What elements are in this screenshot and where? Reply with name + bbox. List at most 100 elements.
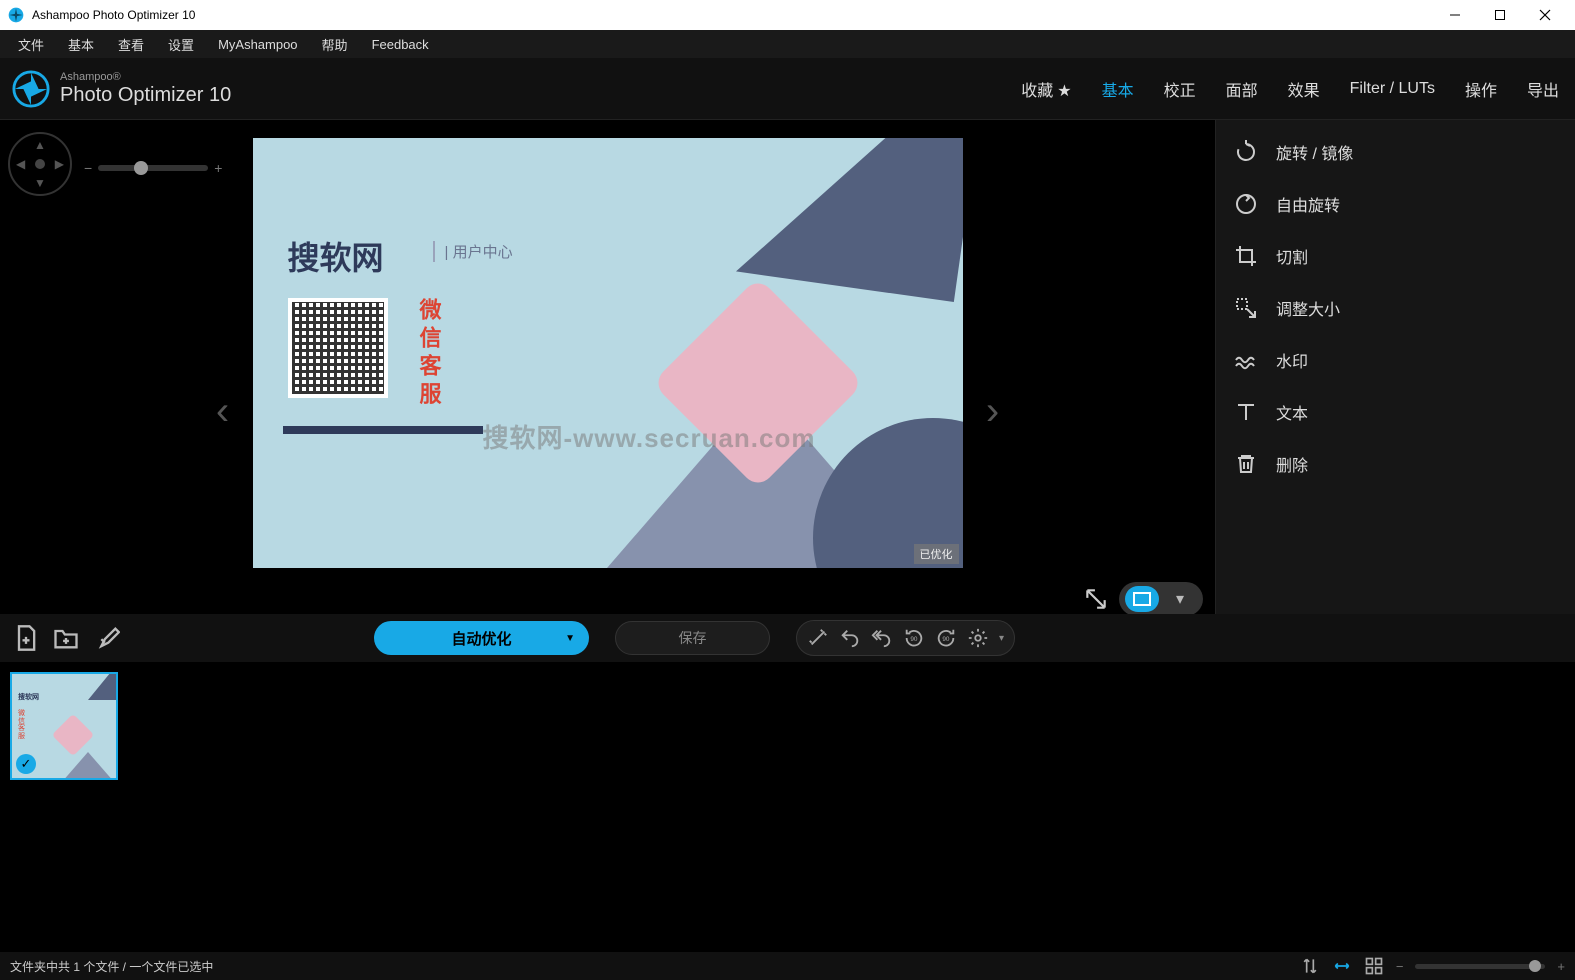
free-rotate-icon	[1234, 192, 1258, 216]
save-button[interactable]: 保存	[615, 621, 770, 655]
window-title: Ashampoo Photo Optimizer 10	[32, 8, 1432, 22]
tab-filter[interactable]: Filter / LUTs	[1346, 74, 1439, 104]
menu-feedback[interactable]: Feedback	[362, 33, 439, 56]
menu-file[interactable]: 文件	[8, 31, 54, 58]
tool-delete-label: 删除	[1276, 452, 1308, 476]
canvas-area: ▲ ▼ ◀ ▶ − + ‹ 搜软网 | 用户中心	[0, 120, 1215, 614]
tab-actions[interactable]: 操作	[1461, 71, 1501, 107]
tab-favorites[interactable]: 收藏★	[1017, 71, 1075, 107]
optimized-badge: 已优化	[914, 544, 959, 564]
tool-crop[interactable]: 切割	[1216, 230, 1575, 282]
logo-product: Photo Optimizer 10	[60, 84, 231, 106]
status-text: 文件夹中共 1 个文件 / 一个文件已选中	[10, 958, 213, 975]
workspace: ▲ ▼ ◀ ▶ − + ‹ 搜软网 | 用户中心	[0, 120, 1575, 614]
prev-image-button[interactable]: ‹	[193, 196, 253, 626]
image-canvas[interactable]: 搜软网 | 用户中心 微信客服 搜软网-www.secruan.com 已优化	[253, 138, 963, 568]
gear-icon[interactable]	[967, 627, 989, 649]
pan-down-icon: ▼	[34, 176, 46, 190]
tool-text-label: 文本	[1276, 400, 1308, 424]
tool-rotate-label: 旋转 / 镜像	[1276, 140, 1353, 164]
menu-settings[interactable]: 设置	[158, 31, 204, 58]
menubar: 文件 基本 查看 设置 MyAshampoo 帮助 Feedback	[0, 30, 1575, 58]
star-icon: ★	[1057, 83, 1071, 100]
resize-icon	[1234, 296, 1258, 320]
watermark-icon	[1234, 348, 1258, 372]
decor	[88, 672, 118, 700]
tool-free-rotate-label: 自由旋转	[1276, 192, 1340, 216]
tab-face[interactable]: 面部	[1222, 71, 1262, 107]
titlebar: Ashampoo Photo Optimizer 10	[0, 0, 1575, 30]
app-header: Ashampoo® Photo Optimizer 10 收藏★ 基本 校正 面…	[0, 58, 1575, 120]
tab-correction[interactable]: 校正	[1160, 71, 1200, 107]
undo-icon[interactable]	[839, 627, 861, 649]
trash-icon	[1234, 452, 1258, 476]
auto-optimize-button[interactable]: 自动优化 ▼	[374, 621, 589, 655]
thumbnail-size-slider[interactable]	[1415, 964, 1545, 969]
thumb-size-minus-icon[interactable]: −	[1396, 959, 1404, 974]
tab-basic[interactable]: 基本	[1098, 71, 1138, 107]
image-subtitle: | 用户中心	[433, 241, 513, 262]
menu-myashampoo[interactable]: MyAshampoo	[208, 33, 307, 56]
decor	[52, 714, 94, 756]
svg-text:90: 90	[942, 636, 950, 643]
tool-crop-label: 切割	[1276, 244, 1308, 268]
decor	[48, 752, 118, 780]
filmstrip: 搜软网 微信客服 ✓	[0, 662, 1575, 952]
logo: Ashampoo® Photo Optimizer 10	[12, 70, 231, 108]
add-file-icon[interactable]	[12, 624, 40, 652]
tool-watermark[interactable]: 水印	[1216, 334, 1575, 386]
view-dropdown-icon[interactable]: ▾	[1163, 586, 1197, 612]
rotate-icon	[1234, 140, 1258, 164]
sort-vert-icon[interactable]	[1300, 956, 1320, 976]
close-button[interactable]	[1522, 0, 1567, 30]
thumb-vert: 微信客服	[18, 710, 25, 741]
pan-up-icon: ▲	[34, 138, 46, 152]
rotate-right-90-icon[interactable]: 90	[935, 627, 957, 649]
minimize-button[interactable]	[1432, 0, 1477, 30]
thumb-title: 搜软网	[18, 692, 39, 702]
text-icon	[1234, 400, 1258, 424]
menu-help[interactable]: 帮助	[312, 31, 358, 58]
rotate-left-90-icon[interactable]: 90	[903, 627, 925, 649]
tool-rotate[interactable]: 旋转 / 镜像	[1216, 126, 1575, 178]
menu-view[interactable]: 查看	[108, 31, 154, 58]
add-folder-icon[interactable]	[52, 624, 80, 652]
zoom-slider[interactable]: − +	[84, 160, 222, 176]
pan-center-icon	[35, 159, 45, 169]
view-single-icon[interactable]	[1125, 586, 1159, 612]
zoom-in-icon: +	[214, 160, 222, 176]
tool-text[interactable]: 文本	[1216, 386, 1575, 438]
decor-underline	[283, 426, 483, 434]
menu-basic[interactable]: 基本	[58, 31, 104, 58]
quick-toolbar: 90 90 ▾	[796, 620, 1015, 656]
tool-free-rotate[interactable]: 自由旋转	[1216, 178, 1575, 230]
view-mode-toggle[interactable]: ▾	[1119, 582, 1203, 616]
magic-wand-icon[interactable]	[807, 627, 829, 649]
aperture-icon	[12, 70, 50, 108]
pan-left-icon: ◀	[16, 157, 25, 171]
grid-view-icon[interactable]	[1364, 956, 1384, 976]
side-panel: 旋转 / 镜像 自由旋转 切割 调整大小 水印 文本 删除	[1215, 120, 1575, 614]
brush-icon[interactable]	[92, 624, 120, 652]
image-title: 搜软网	[288, 233, 384, 279]
logo-brand: Ashampoo®	[60, 71, 231, 83]
tool-resize[interactable]: 调整大小	[1216, 282, 1575, 334]
maximize-button[interactable]	[1477, 0, 1522, 30]
next-image-button[interactable]: ›	[963, 196, 1023, 626]
undo-all-icon[interactable]	[871, 627, 893, 649]
sort-horiz-icon[interactable]	[1332, 956, 1352, 976]
thumb-size-plus-icon[interactable]: +	[1557, 959, 1565, 974]
tab-effects[interactable]: 效果	[1284, 71, 1324, 107]
action-bar: 自动优化 ▼ 保存 90 90 ▾	[0, 614, 1575, 662]
pan-control[interactable]: ▲ ▼ ◀ ▶	[8, 132, 72, 196]
crop-icon	[1234, 244, 1258, 268]
dropdown-caret-icon: ▼	[565, 633, 575, 644]
toolbar-caret-icon[interactable]: ▾	[999, 633, 1004, 644]
tool-delete[interactable]: 删除	[1216, 438, 1575, 490]
thumbnail[interactable]: 搜软网 微信客服 ✓	[10, 672, 118, 780]
fullscreen-icon[interactable]	[1083, 586, 1109, 612]
qr-code	[288, 298, 388, 398]
save-label: 保存	[679, 628, 707, 648]
tab-export[interactable]: 导出	[1523, 71, 1563, 107]
app-icon	[8, 7, 24, 23]
